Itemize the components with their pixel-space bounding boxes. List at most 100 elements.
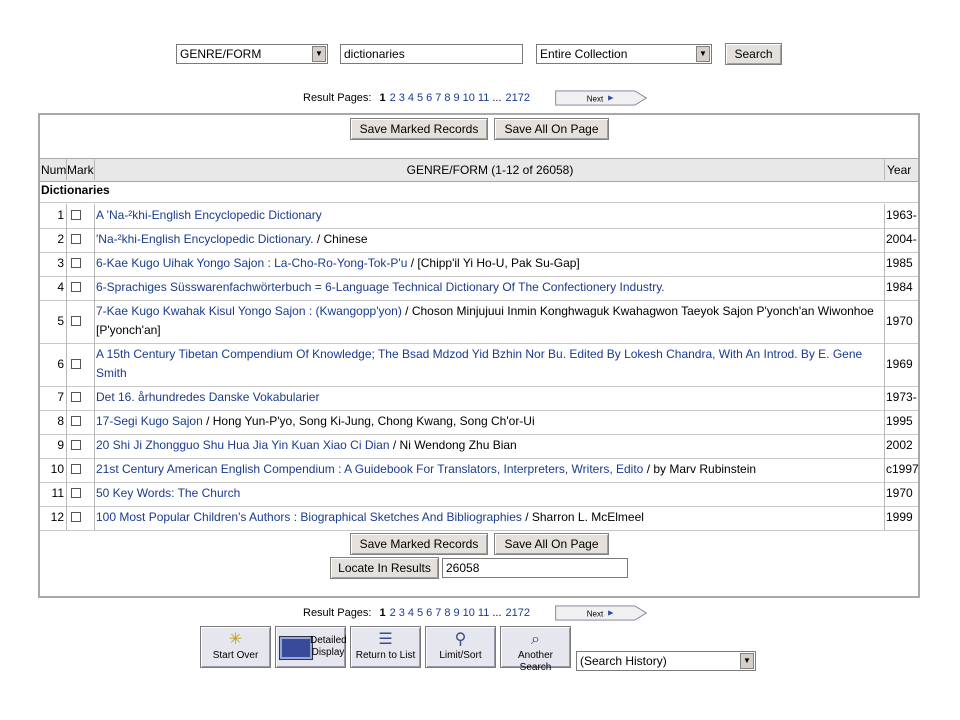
result-year: 2004- [886, 232, 917, 246]
row-number: 1 [57, 208, 64, 222]
result-title-link[interactable]: A 'Na-²khi-English Encyclopedic Dictiona… [96, 208, 322, 222]
result-title-link[interactable]: 100 Most Popular Children's Authors : Bi… [96, 510, 522, 524]
page-link[interactable]: 10 [463, 92, 475, 104]
page-link[interactable]: 7 [435, 92, 441, 104]
result-title-link-cont[interactable]: Smith [96, 366, 127, 380]
row-number: 7 [57, 390, 64, 404]
result-year: 1985 [886, 256, 913, 270]
row-number: 10 [50, 462, 64, 476]
page-link[interactable]: 2 [390, 92, 396, 104]
row-divider [40, 300, 918, 301]
search-button[interactable]: Search [725, 43, 782, 65]
mark-checkbox[interactable] [71, 358, 81, 369]
limit-sort-button[interactable]: ⚲ Limit/Sort [425, 626, 496, 668]
next-label: Next [587, 95, 604, 104]
column-divider [884, 228, 885, 252]
result-title-link[interactable]: 'Na-²khi-English Encyclopedic Dictionary… [96, 232, 313, 246]
column-divider [884, 343, 885, 386]
column-divider [884, 276, 885, 300]
page-link[interactable]: 8 [444, 92, 450, 104]
search-scope-select[interactable]: Entire Collection ▼ [536, 44, 712, 64]
page-link[interactable]: 11 [478, 92, 489, 104]
last-page-link[interactable]: 2172 [506, 607, 530, 619]
save-marked-records-button-bottom[interactable]: Save Marked Records [350, 533, 488, 555]
column-divider [66, 204, 67, 228]
result-year: 1999 [886, 510, 913, 524]
search-field-value: GENRE/FORM [180, 47, 262, 61]
mark-checkbox[interactable] [71, 392, 81, 402]
mark-checkbox[interactable] [71, 234, 81, 244]
start-over-label: Start Over [212, 650, 259, 661]
start-over-button[interactable]: ✳ Start Over [200, 626, 271, 668]
row-divider [40, 343, 918, 344]
result-title-link[interactable]: 21st Century American English Compendium… [96, 462, 643, 476]
page-link[interactable]: 11 [478, 607, 489, 619]
page-link[interactable]: 5 [417, 607, 423, 619]
mark-checkbox[interactable] [71, 512, 81, 522]
page-link[interactable]: 3 [399, 92, 405, 104]
col-title-header[interactable]: GENRE/FORM (1-12 of 26058) [95, 159, 885, 181]
result-title-link[interactable]: 20 Shi Ji Zhongguo Shu Hua Jia Yin Kuan … [96, 438, 390, 452]
result-title-link[interactable]: 50 Key Words: The Church [96, 486, 240, 500]
column-divider [884, 482, 885, 506]
page-link[interactable]: 3 [399, 607, 405, 619]
mark-checkbox[interactable] [71, 488, 81, 498]
result-title-link[interactable]: 6-Sprachiges Süsswarenfachwörterbuch = 6… [96, 280, 665, 294]
mark-checkbox[interactable] [71, 464, 81, 474]
result-author: / Hong Yun-P'yo, Song Ki-Jung, Chong Kwa… [202, 414, 535, 428]
result-title-link[interactable]: 17-Segi Kugo Sajon [96, 414, 203, 428]
row-divider [40, 410, 918, 411]
search-history-select[interactable]: (Search History) ▼ [576, 651, 756, 671]
mark-checkbox[interactable] [71, 282, 81, 292]
row-number: 9 [57, 438, 64, 452]
return-to-list-button[interactable]: ☰ Return to List [350, 626, 421, 668]
column-divider [884, 386, 885, 410]
result-title-link[interactable]: Det 16. århundredes Danske Vokabularier [96, 390, 319, 404]
page-link[interactable]: 2 [390, 607, 396, 619]
page-link[interactable]: 9 [454, 607, 460, 619]
page-link[interactable]: 8 [444, 607, 450, 619]
page-link[interactable]: 6 [426, 92, 432, 104]
save-marked-records-button[interactable]: Save Marked Records [350, 118, 488, 140]
save-all-on-page-button[interactable]: Save All On Page [494, 118, 609, 140]
search-input[interactable]: dictionaries [340, 44, 523, 64]
list-icon: ☰ [378, 631, 393, 648]
chevron-down-icon[interactable]: ▼ [312, 46, 326, 62]
next-button[interactable]: Next [549, 90, 653, 106]
result-title-link[interactable]: 7-Kae Kugo Kwahak Kisul Yongo Sajon : (K… [96, 304, 402, 318]
result-title-cell: 20 Shi Ji Zhongguo Shu Hua Jia Yin Kuan … [96, 436, 882, 455]
next-button-bottom[interactable]: Next [549, 605, 653, 621]
search-field-select[interactable]: GENRE/FORM ▼ [176, 44, 328, 64]
mark-checkbox[interactable] [71, 440, 81, 450]
page-link[interactable]: 5 [417, 92, 423, 104]
result-title-link[interactable]: 6-Kae Kugo Uihak Yongo Sajon : La-Cho-Ro… [96, 256, 407, 270]
last-page-link[interactable]: 2172 [506, 92, 530, 104]
result-year: 1970 [886, 313, 913, 328]
column-divider [94, 276, 95, 300]
page-link[interactable]: 4 [408, 92, 414, 104]
locate-in-results-button[interactable]: Locate In Results [330, 557, 439, 579]
mark-checkbox[interactable] [71, 416, 81, 426]
page-link[interactable]: 4 [408, 607, 414, 619]
page-link[interactable]: 7 [435, 607, 441, 619]
col-mark-header: Mark [67, 163, 94, 177]
col-year-header[interactable]: Year [887, 159, 911, 181]
mark-checkbox[interactable] [71, 258, 81, 268]
column-divider [66, 434, 67, 458]
result-title-cell: A 'Na-²khi-English Encyclopedic Dictiona… [96, 206, 882, 225]
row-number: 6 [57, 356, 64, 371]
row-divider [40, 386, 918, 387]
mark-checkbox[interactable] [71, 315, 81, 326]
page-link[interactable]: 6 [426, 607, 432, 619]
column-divider [66, 276, 67, 300]
page-link[interactable]: 10 [463, 607, 475, 619]
chevron-down-icon[interactable]: ▼ [740, 653, 754, 669]
mark-checkbox[interactable] [71, 210, 81, 220]
detailed-display-button[interactable]: Detailed Display [275, 626, 347, 668]
another-search-button[interactable]: ⌕ Another Search [500, 626, 571, 673]
page-link[interactable]: 9 [454, 92, 460, 104]
locate-input[interactable]: 26058 [442, 558, 628, 578]
save-all-on-page-button-bottom[interactable]: Save All On Page [494, 533, 609, 555]
result-title-link[interactable]: A 15th Century Tibetan Compendium Of Kno… [96, 347, 862, 361]
chevron-down-icon[interactable]: ▼ [696, 46, 710, 62]
